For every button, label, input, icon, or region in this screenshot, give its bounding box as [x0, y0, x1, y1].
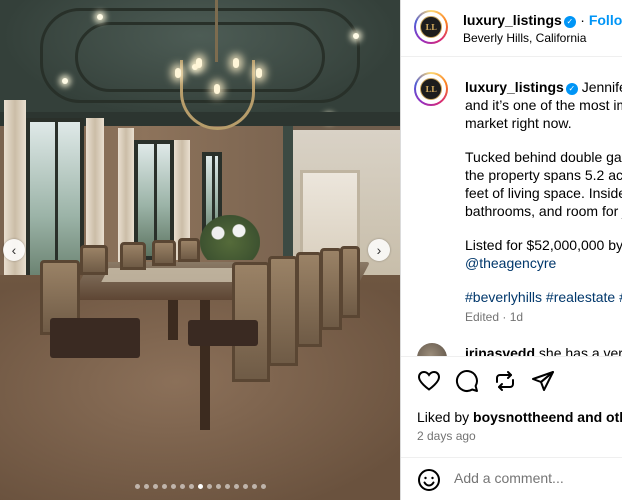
emoji-icon	[418, 469, 440, 491]
post-timestamp[interactable]: 2 days ago	[417, 429, 476, 443]
post-actions: Liked by boysnottheend and other 2 days …	[401, 356, 622, 500]
comment-button[interactable]	[455, 369, 479, 393]
like-button[interactable]	[417, 369, 441, 393]
carousel-prev-button[interactable]: ‹	[3, 239, 25, 261]
repost-button[interactable]	[493, 369, 517, 393]
carousel-dot	[179, 484, 185, 489]
carousel-dots	[0, 484, 400, 489]
carousel-dot	[197, 484, 203, 489]
repost-icon	[496, 371, 514, 391]
photo-chandelier-bulb	[214, 84, 220, 94]
carousel-dot	[215, 484, 221, 489]
post-location[interactable]: Beverly Hills, California	[463, 31, 586, 45]
photo-chandelier-bulb	[256, 68, 262, 78]
carousel-dot	[161, 484, 167, 489]
author-username[interactable]: luxury_listings	[463, 12, 562, 28]
post-photo[interactable]: ‹ ›	[0, 0, 400, 500]
photo-chair	[268, 256, 298, 366]
liked-by-user[interactable]: boysnottheend	[473, 409, 573, 425]
caption-line: luxury_listings✓ Jennifer L	[465, 78, 622, 96]
photo-chandelier-bulb	[196, 58, 202, 68]
avatar-ring-inner: LL	[416, 74, 446, 104]
caption-line: Tucked behind double gate	[465, 149, 622, 165]
caption-listed-text: Listed for $52,000,000 by	[465, 237, 622, 253]
carousel-next-button[interactable]: ›	[368, 239, 390, 261]
carousel-dot	[134, 484, 140, 489]
photo-chair	[178, 238, 200, 262]
carousel-dot	[143, 484, 149, 489]
caption-line: market right now.	[465, 115, 572, 131]
caption-line: bathrooms, and room for ju	[465, 203, 622, 219]
verified-badge-icon: ✓	[563, 16, 576, 28]
carousel-dot	[188, 484, 194, 489]
share-button[interactable]	[531, 369, 555, 393]
post-side-panel: LL luxury_listings✓ · Follow Beverly Hil…	[400, 0, 622, 500]
caption-line: feet of living space. Inside,	[465, 185, 622, 201]
comment-bubble-icon	[455, 370, 478, 392]
caption-author-avatar[interactable]: LL	[414, 72, 448, 106]
caption-age[interactable]: 1d	[510, 310, 523, 324]
author-avatar[interactable]: LL	[414, 10, 448, 44]
paper-plane-icon	[532, 371, 554, 391]
edited-label: Edited	[465, 310, 500, 324]
add-comment-bar	[401, 457, 622, 500]
carousel-dot	[152, 484, 158, 489]
photo-chandelier-chain	[215, 0, 218, 62]
photo-chair-seat	[50, 318, 140, 358]
caption-username[interactable]: luxury_listings	[465, 79, 564, 95]
carousel-dot	[233, 484, 239, 489]
photo-downlight	[62, 78, 68, 84]
photo-downlight	[353, 33, 359, 39]
likes-prefix: Liked by	[417, 409, 474, 425]
carousel-dot	[170, 484, 176, 489]
chevron-right-icon: ›	[376, 242, 382, 258]
avatar-ring-inner: LL	[416, 12, 446, 42]
photo-chair	[340, 246, 360, 318]
carousel-dot	[260, 484, 266, 489]
post-header: LL luxury_listings✓ · Follow Beverly Hil…	[401, 0, 622, 57]
caption-line-text: Jennifer L	[581, 79, 622, 95]
header-author-line: luxury_listings✓ · Follow	[463, 12, 622, 30]
likes-suffix[interactable]: and other	[573, 409, 622, 425]
caption-meta: Edited · 1d	[465, 308, 622, 326]
photo-downlight	[97, 14, 103, 20]
photo-chandelier-bulb	[233, 58, 239, 68]
carousel-dot	[206, 484, 212, 489]
luxury-listings-logo: LL	[420, 16, 442, 38]
hashtags-link[interactable]: #beverlyhills #realestate #jl	[465, 288, 622, 306]
add-comment-input[interactable]	[454, 470, 614, 486]
photo-chair-seat	[188, 320, 258, 346]
heart-icon	[417, 370, 441, 391]
caption-line: the property spans 5.2 acre	[465, 167, 622, 183]
caption-line: and it’s one of the most im	[465, 97, 622, 113]
emoji-button[interactable]	[417, 468, 441, 497]
agency-mention-link[interactable]: @theagencyre	[465, 254, 622, 272]
photo-flowers	[200, 215, 260, 260]
verified-badge-icon: ✓	[565, 83, 578, 95]
header-separator: ·	[580, 12, 589, 28]
chevron-left-icon: ‹	[11, 242, 17, 258]
carousel-dot	[251, 484, 257, 489]
photo-chair	[152, 240, 176, 266]
carousel-dot	[224, 484, 230, 489]
photo-chandelier-bulb	[175, 68, 181, 78]
photo-chair	[296, 252, 322, 347]
caption-text: luxury_listings✓ Jennifer L and it’s one…	[465, 78, 622, 326]
carousel-dot	[242, 484, 248, 489]
photo-chair	[320, 248, 342, 330]
caption-line: Listed for $52,000,000 by @	[465, 236, 622, 254]
photo-chair	[120, 242, 146, 270]
follow-button[interactable]: Follow	[589, 12, 622, 28]
photo-table-leg	[168, 300, 178, 340]
photo-chair	[80, 245, 108, 275]
likes-summary: Liked by boysnottheend and other	[417, 409, 622, 425]
meta-separator: ·	[502, 310, 507, 324]
luxury-listings-logo: LL	[420, 78, 442, 100]
